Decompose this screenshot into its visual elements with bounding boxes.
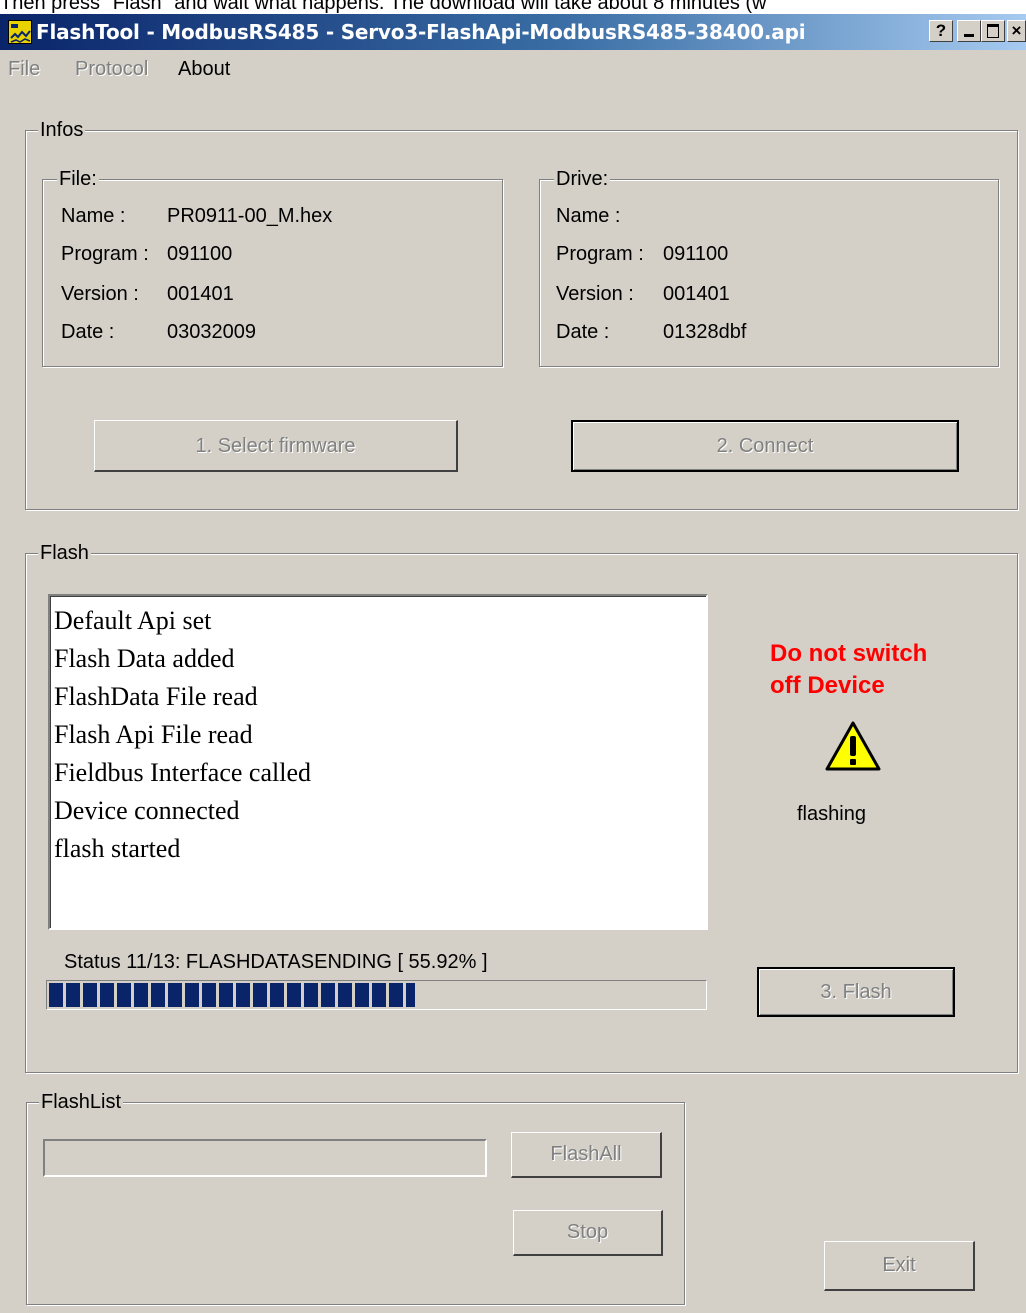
drive-date-label: Date : xyxy=(556,321,610,343)
flash-button[interactable]: 3. Flash xyxy=(757,967,955,1017)
file-program-value: 091100 xyxy=(167,243,233,265)
flash-state-text: flashing xyxy=(797,803,866,825)
minimize-button[interactable] xyxy=(957,20,981,42)
flash-progress-bar xyxy=(46,980,707,1010)
flashlist-group: FlashList FlashAll Stop xyxy=(26,1090,685,1305)
menu-file[interactable]: File xyxy=(8,56,40,82)
warning-text-line1: Do not switch xyxy=(770,640,928,667)
stop-button[interactable]: Stop xyxy=(513,1210,663,1256)
drive-version-value: 001401 xyxy=(663,283,730,305)
drive-name-label: Name : xyxy=(556,205,621,227)
exit-button[interactable]: Exit xyxy=(824,1241,975,1291)
close-icon: × xyxy=(1011,21,1022,40)
flash-status-text: Status 11/13: FLASHDATASENDING [ 55.92% … xyxy=(64,951,488,973)
file-date-value: 03032009 xyxy=(167,321,256,343)
drive-program-label: Program : xyxy=(556,243,644,265)
warning-triangle-icon xyxy=(825,721,881,771)
flash-log-line: Fieldbus Interface called xyxy=(54,758,311,787)
select-firmware-button[interactable]: 1. Select firmware xyxy=(94,420,458,472)
flashlist-combo[interactable] xyxy=(43,1139,487,1177)
flash-group: Flash Default Api set Flash Data added Fla… xyxy=(25,541,1018,1073)
flash-log-list[interactable]: Default Api set Flash Data added FlashData… xyxy=(48,594,708,930)
flash-log-lines: Default Api set Flash Data added FlashData… xyxy=(50,596,706,868)
flash-log-line: FlashData File read xyxy=(54,682,258,711)
warning-text-line2: off Device xyxy=(770,672,885,699)
file-info-legend: File: xyxy=(57,167,99,191)
maximize-button[interactable] xyxy=(981,20,1005,42)
drive-program-value: 091100 xyxy=(663,243,729,265)
flash-log-line: Default Api set xyxy=(54,606,212,635)
menu-protocol[interactable]: Protocol xyxy=(75,56,148,82)
file-name-value: PR0911-00_M.hex xyxy=(167,205,333,227)
drive-info-group: Drive: Name : Program : 091100 Version :… xyxy=(539,167,999,367)
flash-log-line: Flash Api File read xyxy=(54,720,253,749)
infos-legend: Infos xyxy=(38,118,86,142)
file-date-label: Date : xyxy=(61,321,115,343)
help-button[interactable]: ? xyxy=(929,20,953,42)
flash-progress-fill xyxy=(49,983,415,1007)
flash-all-button[interactable]: FlashAll xyxy=(511,1132,662,1178)
close-button[interactable]: × xyxy=(1007,20,1026,42)
maximize-icon xyxy=(987,24,999,38)
drive-date-value: 01328dbf xyxy=(663,321,747,343)
menu-bar: File Protocol About xyxy=(0,54,1026,84)
title-bar[interactable]: FlashTool - ModbusRS485 - Servo3-FlashAp… xyxy=(0,14,1026,50)
flashtool-app-icon xyxy=(8,20,32,44)
drive-version-label: Version : xyxy=(556,283,634,305)
flash-log-line: Device connected xyxy=(54,796,240,825)
window-title: FlashTool - ModbusRS485 - Servo3-FlashAp… xyxy=(36,20,806,44)
flash-legend: Flash xyxy=(38,541,91,565)
flashlist-legend: FlashList xyxy=(39,1090,124,1114)
file-info-group: File: Name : PR0911-00_M.hex Program : 0… xyxy=(42,167,503,367)
file-name-label: Name : xyxy=(61,205,126,227)
menu-about[interactable]: About xyxy=(178,56,230,82)
file-program-label: Program : xyxy=(61,243,149,265)
flash-log-line: flash started xyxy=(54,834,181,863)
connect-button[interactable]: 2. Connect xyxy=(571,420,959,472)
drive-info-legend: Drive: xyxy=(554,167,611,191)
flashtool-window: FlashTool - ModbusRS485 - Servo3-FlashAp… xyxy=(0,14,1026,1313)
file-version-label: Version : xyxy=(61,283,139,305)
file-version-value: 001401 xyxy=(167,283,234,305)
minimize-icon xyxy=(964,34,974,37)
flash-log-line: Flash Data added xyxy=(54,644,235,673)
infos-group: Infos File: Name : PR0911-00_M.hex Progr… xyxy=(25,118,1018,510)
